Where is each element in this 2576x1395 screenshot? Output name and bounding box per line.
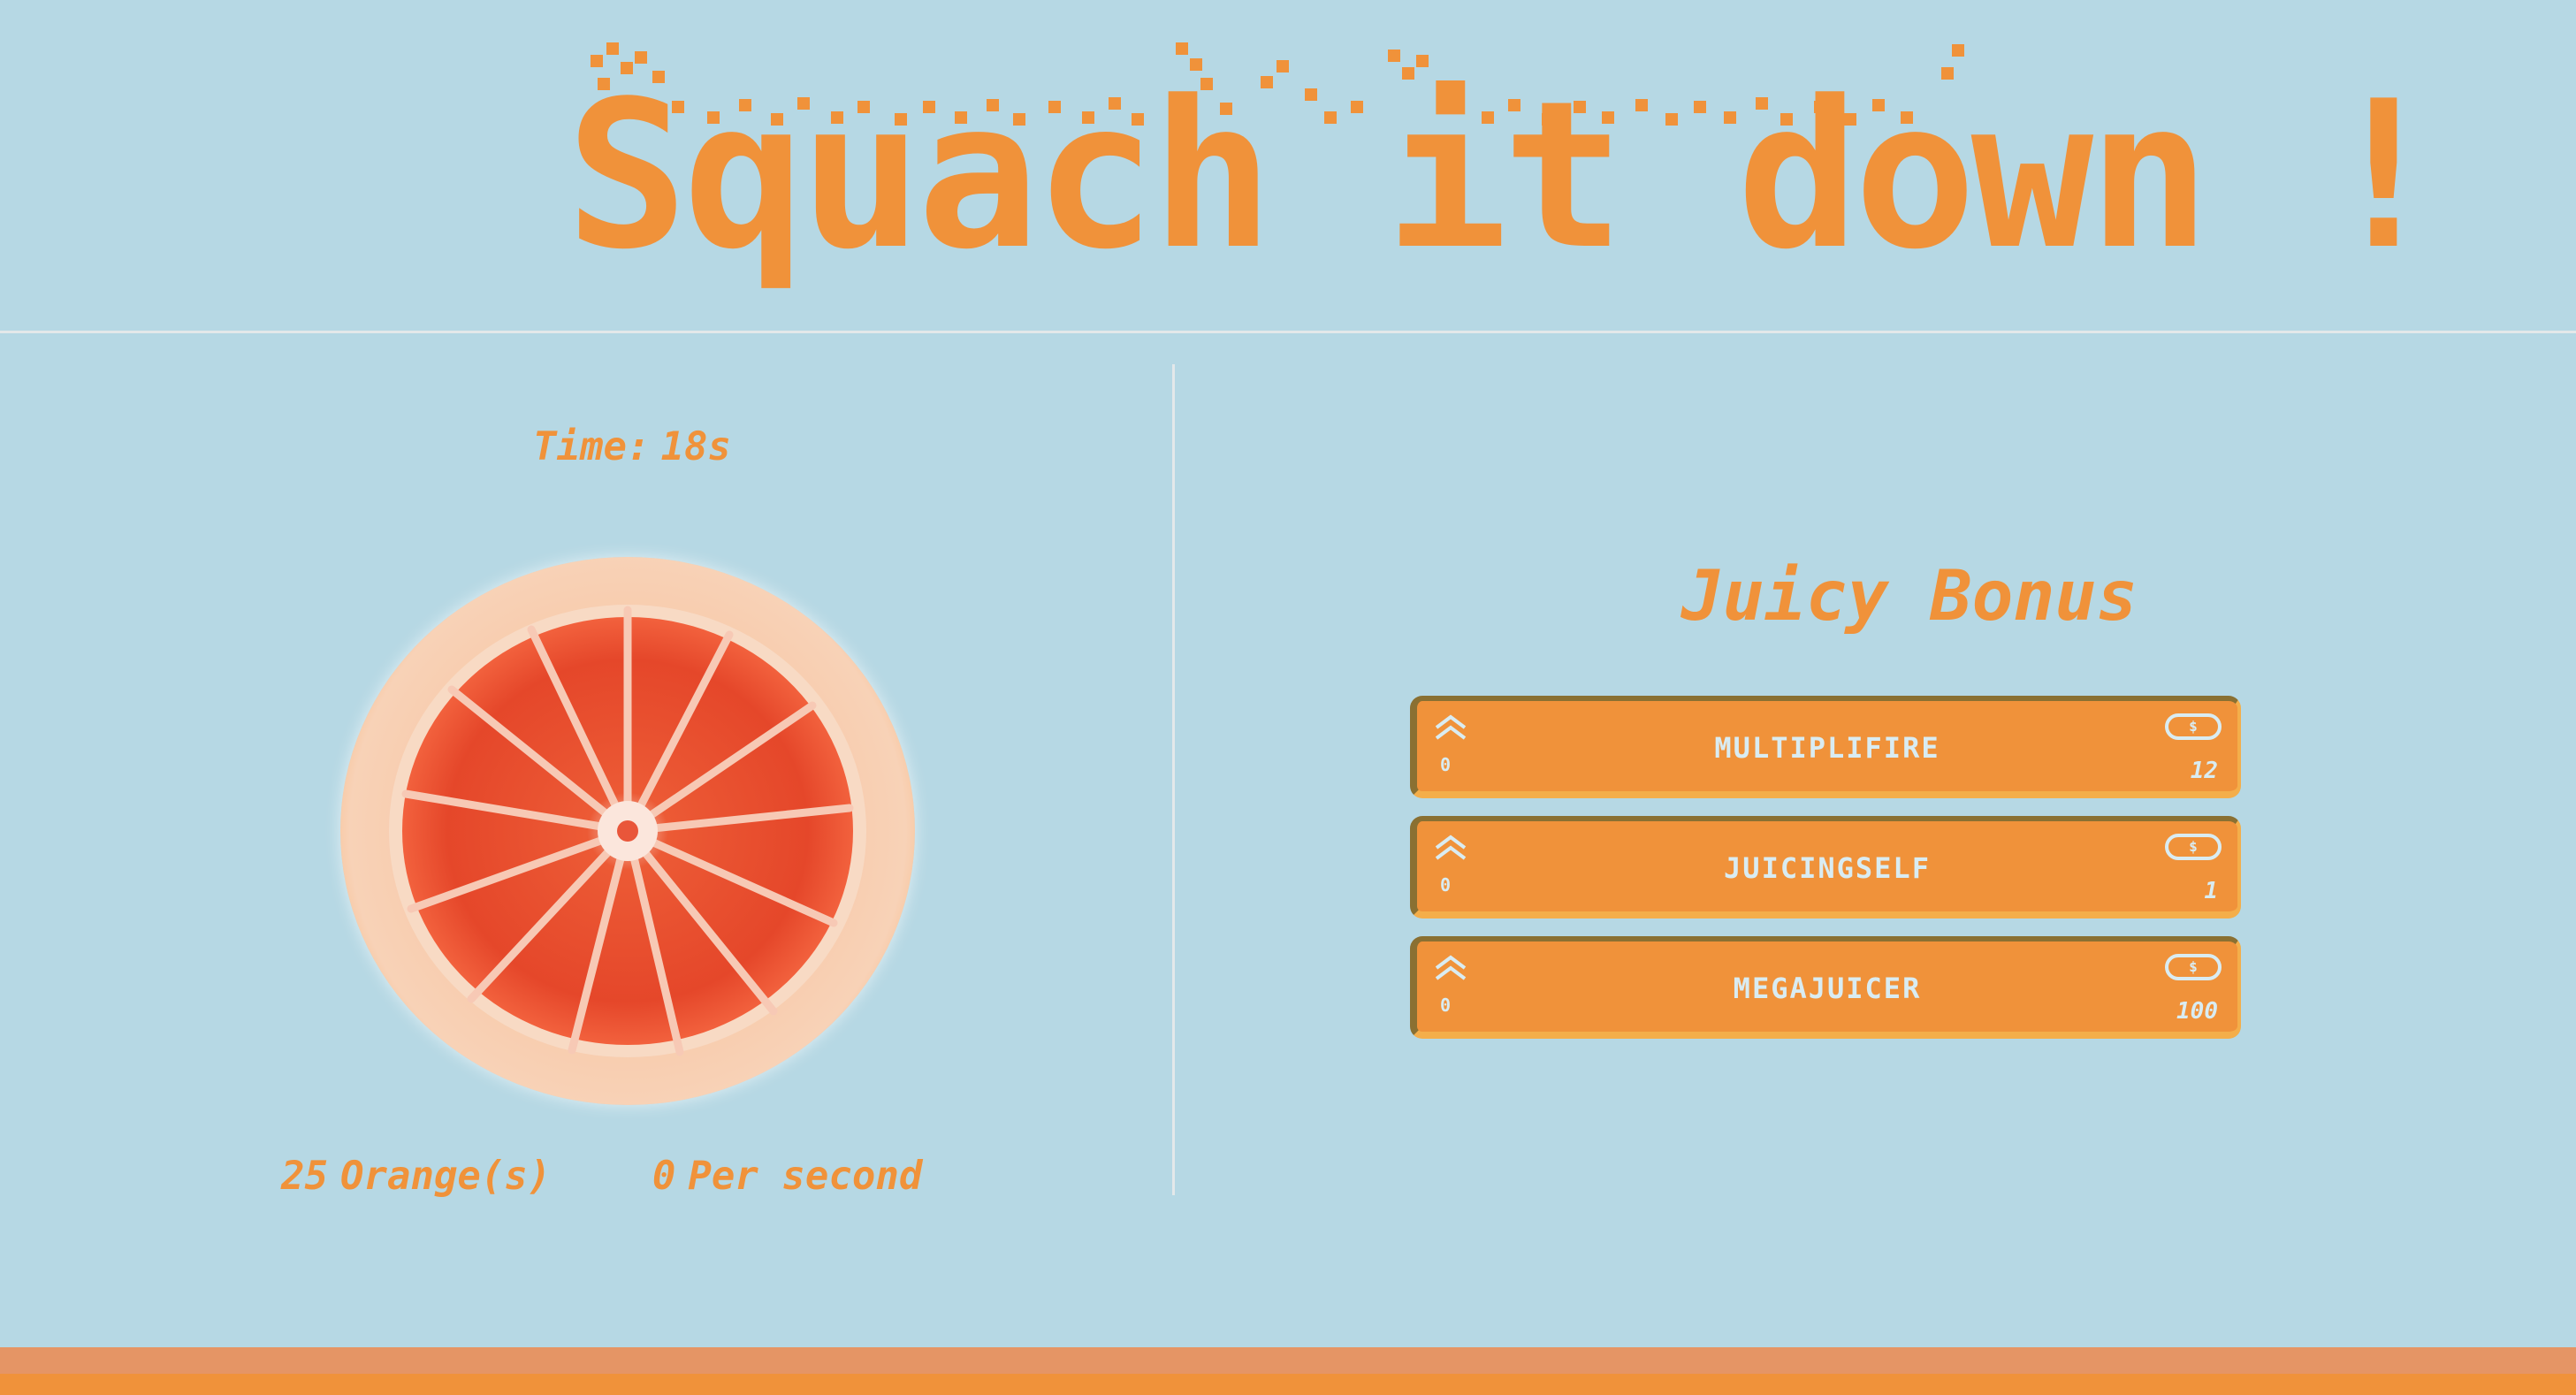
double-chevron-up-icon [1435, 714, 1467, 740]
game-screen: Squach it down ! Time: 18s 25 Orange(s) … [0, 0, 2576, 1395]
bonus-card-multiplifire[interactable]: 0 MULTIPLIFIRE $ 12 [1410, 696, 2241, 798]
per-second-value: 0 [652, 1154, 676, 1199]
coin-icon: $ [2165, 834, 2222, 860]
coin-icon: $ [2165, 713, 2222, 740]
bonus-name: MEGAJUICER [1733, 972, 1922, 1005]
bonus-list: 0 MULTIPLIFIRE $ 12 0 JUICINGSELF $ 1 0 … [1410, 696, 2241, 1056]
timer-value: 18s [660, 424, 731, 469]
per-second-label: Per second [688, 1154, 923, 1199]
bonus-level: 0 [1440, 754, 1452, 775]
timer: Time: 18s [442, 424, 822, 469]
footer-bar-dark [0, 1374, 2576, 1395]
title-logo: Squach it down ! [566, 35, 2445, 309]
per-second-rate: 0 Per second [652, 1154, 922, 1199]
bonus-level: 0 [1440, 995, 1452, 1016]
bonus-panel: Juicy Bonus 0 MULTIPLIFIRE $ 12 0 JUICIN… [1176, 362, 2576, 1193]
panel-divider [1172, 364, 1175, 1195]
orange-count-label: Orange(s) [339, 1154, 552, 1199]
bonus-title: Juicy Bonus [1680, 557, 2138, 637]
header-divider [0, 331, 2576, 333]
stats-bar: 25 Orange(s) 0 Per second [281, 1154, 1077, 1199]
orange-count: 25 Orange(s) [281, 1154, 551, 1199]
bonus-cost: 1 [2204, 878, 2218, 904]
bonus-name: MULTIPLIFIRE [1714, 731, 1940, 765]
clicker-panel: Time: 18s 25 Orange(s) 0 Per second [0, 362, 1172, 1199]
bonus-card-juicingself[interactable]: 0 JUICINGSELF $ 1 [1410, 816, 2241, 919]
orange-clicker[interactable] [340, 557, 915, 1105]
double-chevron-up-icon [1435, 835, 1467, 860]
orange-count-value: 25 [281, 1154, 328, 1199]
bonus-cost: 100 [2176, 998, 2218, 1025]
bonus-cost: 12 [2190, 758, 2218, 784]
bonus-card-megajuicer[interactable]: 0 MEGAJUICER $ 100 [1410, 936, 2241, 1039]
coin-icon: $ [2165, 954, 2222, 980]
bonus-name: JUICINGSELF [1724, 851, 1931, 885]
timer-label: Time: [533, 424, 651, 469]
grapefruit-slice-image [389, 605, 866, 1057]
double-chevron-up-icon [1435, 955, 1467, 980]
footer-bar-light [0, 1347, 2576, 1374]
page-title: Squach it down ! [566, 58, 2445, 294]
bonus-level: 0 [1440, 874, 1452, 896]
page-header: Squach it down ! [0, 0, 2576, 333]
